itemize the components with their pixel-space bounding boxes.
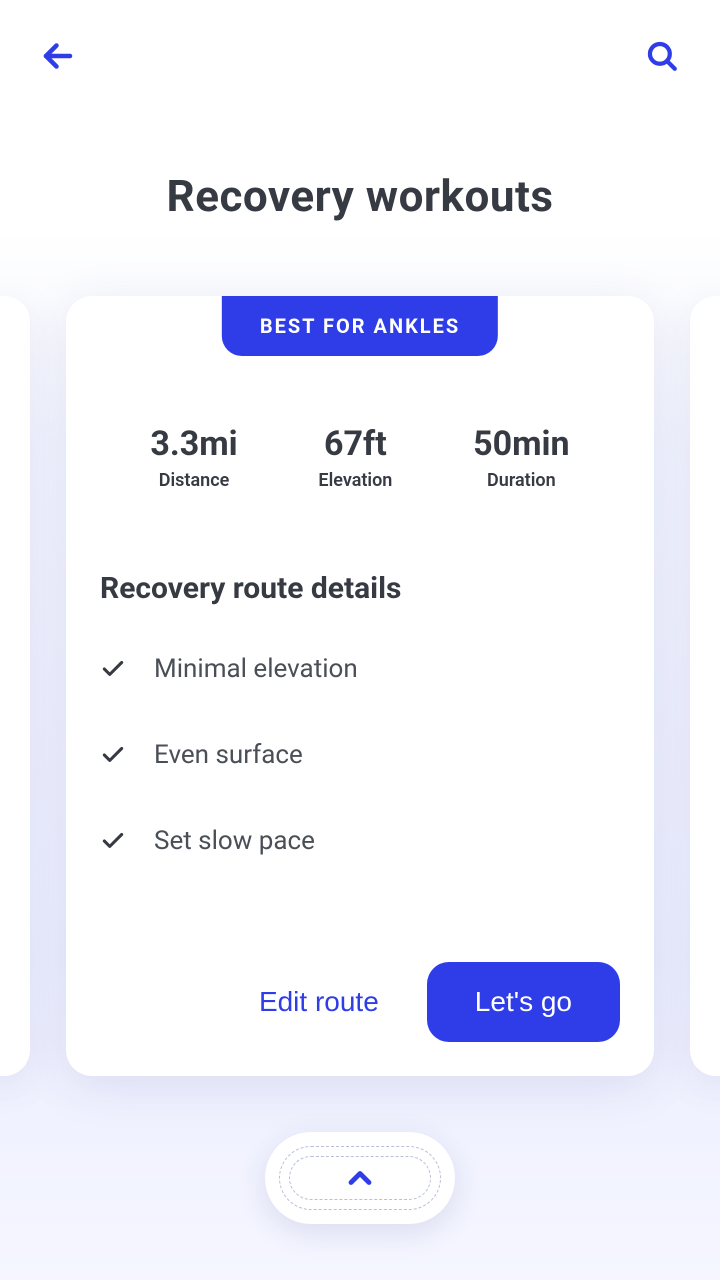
stat-value: 3.3mi (150, 424, 237, 464)
next-card-peek[interactable] (690, 296, 720, 1076)
prev-card-peek[interactable] (0, 296, 30, 1076)
stat-label: Elevation (318, 470, 392, 491)
workout-badge: BEST FOR ANKLES (222, 296, 498, 356)
stat-distance: 3.3mi Distance (150, 424, 237, 491)
topbar (0, 0, 720, 78)
stat-duration: 50min Duration (473, 424, 570, 491)
check-icon (100, 656, 126, 682)
arrow-left-icon (40, 38, 76, 74)
feature-text: Set slow pace (154, 826, 315, 856)
workout-stats: 3.3mi Distance 67ft Elevation 50min Dura… (100, 424, 620, 491)
back-button[interactable] (36, 34, 80, 78)
track-outline-icon (289, 1156, 431, 1200)
feature-text: Even surface (154, 740, 303, 770)
feature-list: Minimal elevation Even surface Set slow … (100, 654, 620, 856)
card-actions: Edit route Let's go (100, 962, 620, 1042)
check-icon (100, 828, 126, 854)
search-icon (645, 39, 679, 73)
workout-carousel[interactable]: BEST FOR ANKLES 3.3mi Distance 67ft Elev… (0, 296, 720, 1086)
stat-label: Duration (473, 470, 570, 491)
stat-label: Distance (150, 470, 237, 491)
list-item: Even surface (100, 740, 620, 770)
edit-route-button[interactable]: Edit route (259, 986, 379, 1018)
lets-go-button[interactable]: Let's go (427, 962, 620, 1042)
check-icon (100, 742, 126, 768)
expand-button[interactable] (265, 1132, 455, 1224)
list-item: Set slow pace (100, 826, 620, 856)
stat-value: 50min (473, 424, 570, 464)
page-title: Recovery workouts (0, 170, 720, 222)
stat-elevation: 67ft Elevation (318, 424, 392, 491)
details-title: Recovery route details (100, 571, 620, 606)
feature-text: Minimal elevation (154, 654, 358, 684)
list-item: Minimal elevation (100, 654, 620, 684)
workout-card: BEST FOR ANKLES 3.3mi Distance 67ft Elev… (66, 296, 654, 1076)
stat-value: 67ft (318, 424, 392, 464)
search-button[interactable] (640, 34, 684, 78)
